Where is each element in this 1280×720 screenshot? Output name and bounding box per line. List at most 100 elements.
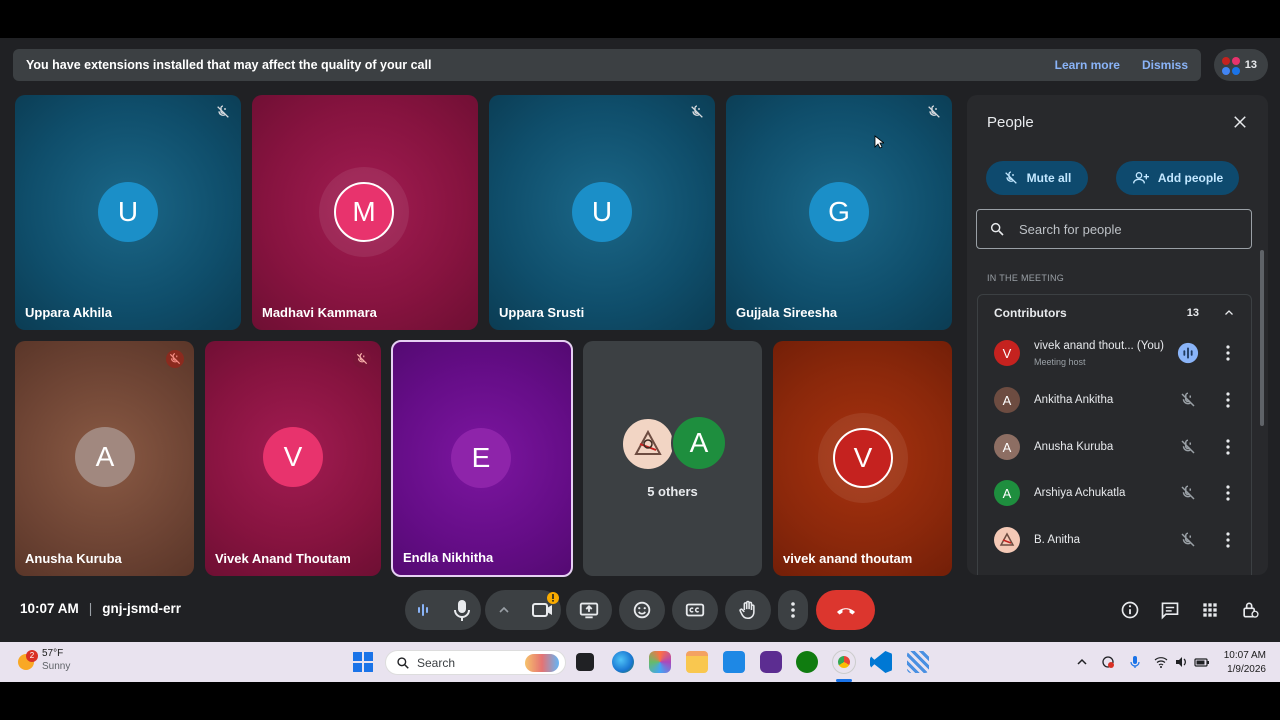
dismiss-button[interactable]: Dismiss (1142, 58, 1188, 72)
weather-icon: 2 (16, 650, 38, 670)
network-tray-icon[interactable] (1101, 655, 1115, 669)
participant-tile[interactable]: V vivek anand thoutam (773, 341, 952, 576)
more-options-button[interactable] (778, 590, 808, 630)
audio-level-icon (1177, 342, 1199, 364)
participant-name: Endla Nikhitha (403, 550, 494, 565)
audio-settings-icon[interactable] (405, 590, 443, 630)
copilot-icon[interactable] (649, 651, 671, 673)
participant-tile[interactable]: U Uppara Srusti (489, 95, 715, 330)
mic-off-icon[interactable] (1179, 531, 1197, 549)
camera-icon[interactable] (523, 590, 561, 630)
edge-icon[interactable] (612, 651, 634, 673)
chrome-icon[interactable] (832, 650, 856, 674)
participant-name: Uppara Srusti (499, 305, 585, 320)
reactions-button[interactable] (619, 590, 665, 630)
weather-widget[interactable]: 2 57°F Sunny (16, 647, 70, 673)
sketch-avatar-icon (994, 527, 1020, 553)
battery-icon[interactable] (1194, 655, 1210, 669)
people-panel: People Mute all Add people Search for pe… (967, 95, 1268, 575)
chevron-up-icon[interactable] (1075, 655, 1089, 669)
system-date: 1/9/2026 (1227, 664, 1266, 675)
sketch-avatar-icon (621, 417, 675, 471)
person-name: Anusha Kuruba (1034, 441, 1114, 453)
list-item[interactable]: A Arshiya Achukatla (978, 470, 1251, 516)
mute-all-button[interactable]: Mute all (986, 161, 1088, 195)
vscode-icon[interactable] (870, 651, 892, 673)
contributors-header[interactable]: Contributors 13 (977, 294, 1252, 330)
participant-tile[interactable]: M Madhavi Kammara (252, 95, 478, 330)
task-view-icon[interactable] (576, 653, 594, 671)
chat-icon[interactable] (1160, 600, 1180, 620)
avatar: G (809, 182, 869, 242)
mic-off-icon[interactable] (1179, 484, 1197, 502)
present-button[interactable] (566, 590, 612, 630)
host-controls-icon[interactable] (1240, 600, 1260, 620)
wifi-icon[interactable] (1154, 655, 1168, 669)
avatar: U (98, 182, 158, 242)
meeting-code[interactable]: gnj-jsmd-err (102, 601, 181, 616)
more-options-icon[interactable] (1223, 344, 1233, 362)
contributors-label: Contributors (994, 305, 1067, 320)
participant-count-button[interactable]: 13 (1214, 49, 1268, 81)
person-role: Meeting host (1034, 357, 1086, 367)
chevron-up-icon[interactable] (485, 590, 523, 630)
leave-call-button[interactable] (816, 590, 875, 630)
store-icon[interactable] (723, 651, 745, 673)
meeting-details-icon[interactable] (1120, 600, 1140, 620)
participant-name: Uppara Akhila (25, 305, 112, 320)
participant-tile[interactable]: A Anusha Kuruba (15, 341, 194, 576)
avatar: V (833, 428, 893, 488)
participant-tile[interactable]: G Gujjala Sireesha (726, 95, 952, 330)
activities-icon[interactable] (1200, 600, 1220, 620)
person-name: B. Anitha (1034, 534, 1081, 546)
avatar: A (75, 427, 135, 487)
banner-message: You have extensions installed that may a… (26, 58, 432, 72)
avatar: A (994, 434, 1020, 460)
more-options-icon[interactable] (1223, 438, 1233, 456)
xbox-icon[interactable] (796, 651, 818, 673)
list-item[interactable]: B. Anitha (978, 517, 1251, 563)
panel-title: People (987, 114, 1034, 131)
volume-icon[interactable] (1174, 655, 1188, 669)
list-item[interactable]: V vivek anand thout... (You) Meeting hos… (978, 330, 1251, 376)
add-people-button[interactable]: Add people (1116, 161, 1239, 195)
mic-off-icon[interactable] (1179, 438, 1197, 456)
raise-hand-button[interactable] (725, 590, 771, 630)
more-options-icon[interactable] (1223, 531, 1233, 549)
more-options-icon[interactable] (1223, 484, 1233, 502)
learn-more-link[interactable]: Learn more (1055, 58, 1120, 72)
close-icon[interactable] (1231, 113, 1249, 131)
participant-tile[interactable]: E Endla Nikhitha (391, 340, 573, 577)
windows-start-icon[interactable] (352, 651, 374, 673)
scrollbar[interactable] (1260, 250, 1264, 426)
system-clock[interactable]: 10:07 AM 1/9/2026 (1216, 649, 1266, 677)
separator: | (88, 601, 93, 616)
search-icon (397, 656, 409, 669)
more-options-icon[interactable] (1223, 391, 1233, 409)
app-icon[interactable] (760, 651, 782, 673)
microphone-tray-icon[interactable] (1128, 655, 1142, 669)
file-explorer-icon[interactable] (686, 651, 708, 673)
participant-tile[interactable]: U Uppara Akhila (15, 95, 241, 330)
section-heading: IN THE MEETING (987, 273, 1065, 283)
mouse-cursor-icon (874, 135, 884, 149)
participant-list: V vivek anand thout... (You) Meeting hos… (977, 330, 1252, 575)
list-item[interactable]: A Ankitha Ankitha (978, 377, 1251, 423)
people-search-input[interactable]: Search for people (976, 209, 1252, 249)
others-tile[interactable]: A 5 others (583, 341, 762, 576)
captions-button[interactable] (672, 590, 718, 630)
microphone-icon[interactable] (443, 590, 481, 630)
mic-off-icon[interactable] (1179, 391, 1197, 409)
mute-all-label: Mute all (1026, 171, 1072, 185)
participant-tile[interactable]: V Vivek Anand Thoutam (205, 341, 381, 576)
list-item[interactable]: A Anusha Kuruba (978, 424, 1251, 470)
captions-icon (685, 603, 705, 617)
snipping-tool-icon[interactable] (907, 651, 929, 673)
hang-up-icon (836, 608, 855, 615)
mic-off-icon (691, 105, 703, 118)
mic-control (405, 590, 481, 630)
avatar: A (994, 387, 1020, 413)
mic-off-icon (1004, 171, 1017, 184)
emoji-icon (633, 601, 651, 619)
taskbar-search[interactable]: Search (385, 650, 566, 675)
